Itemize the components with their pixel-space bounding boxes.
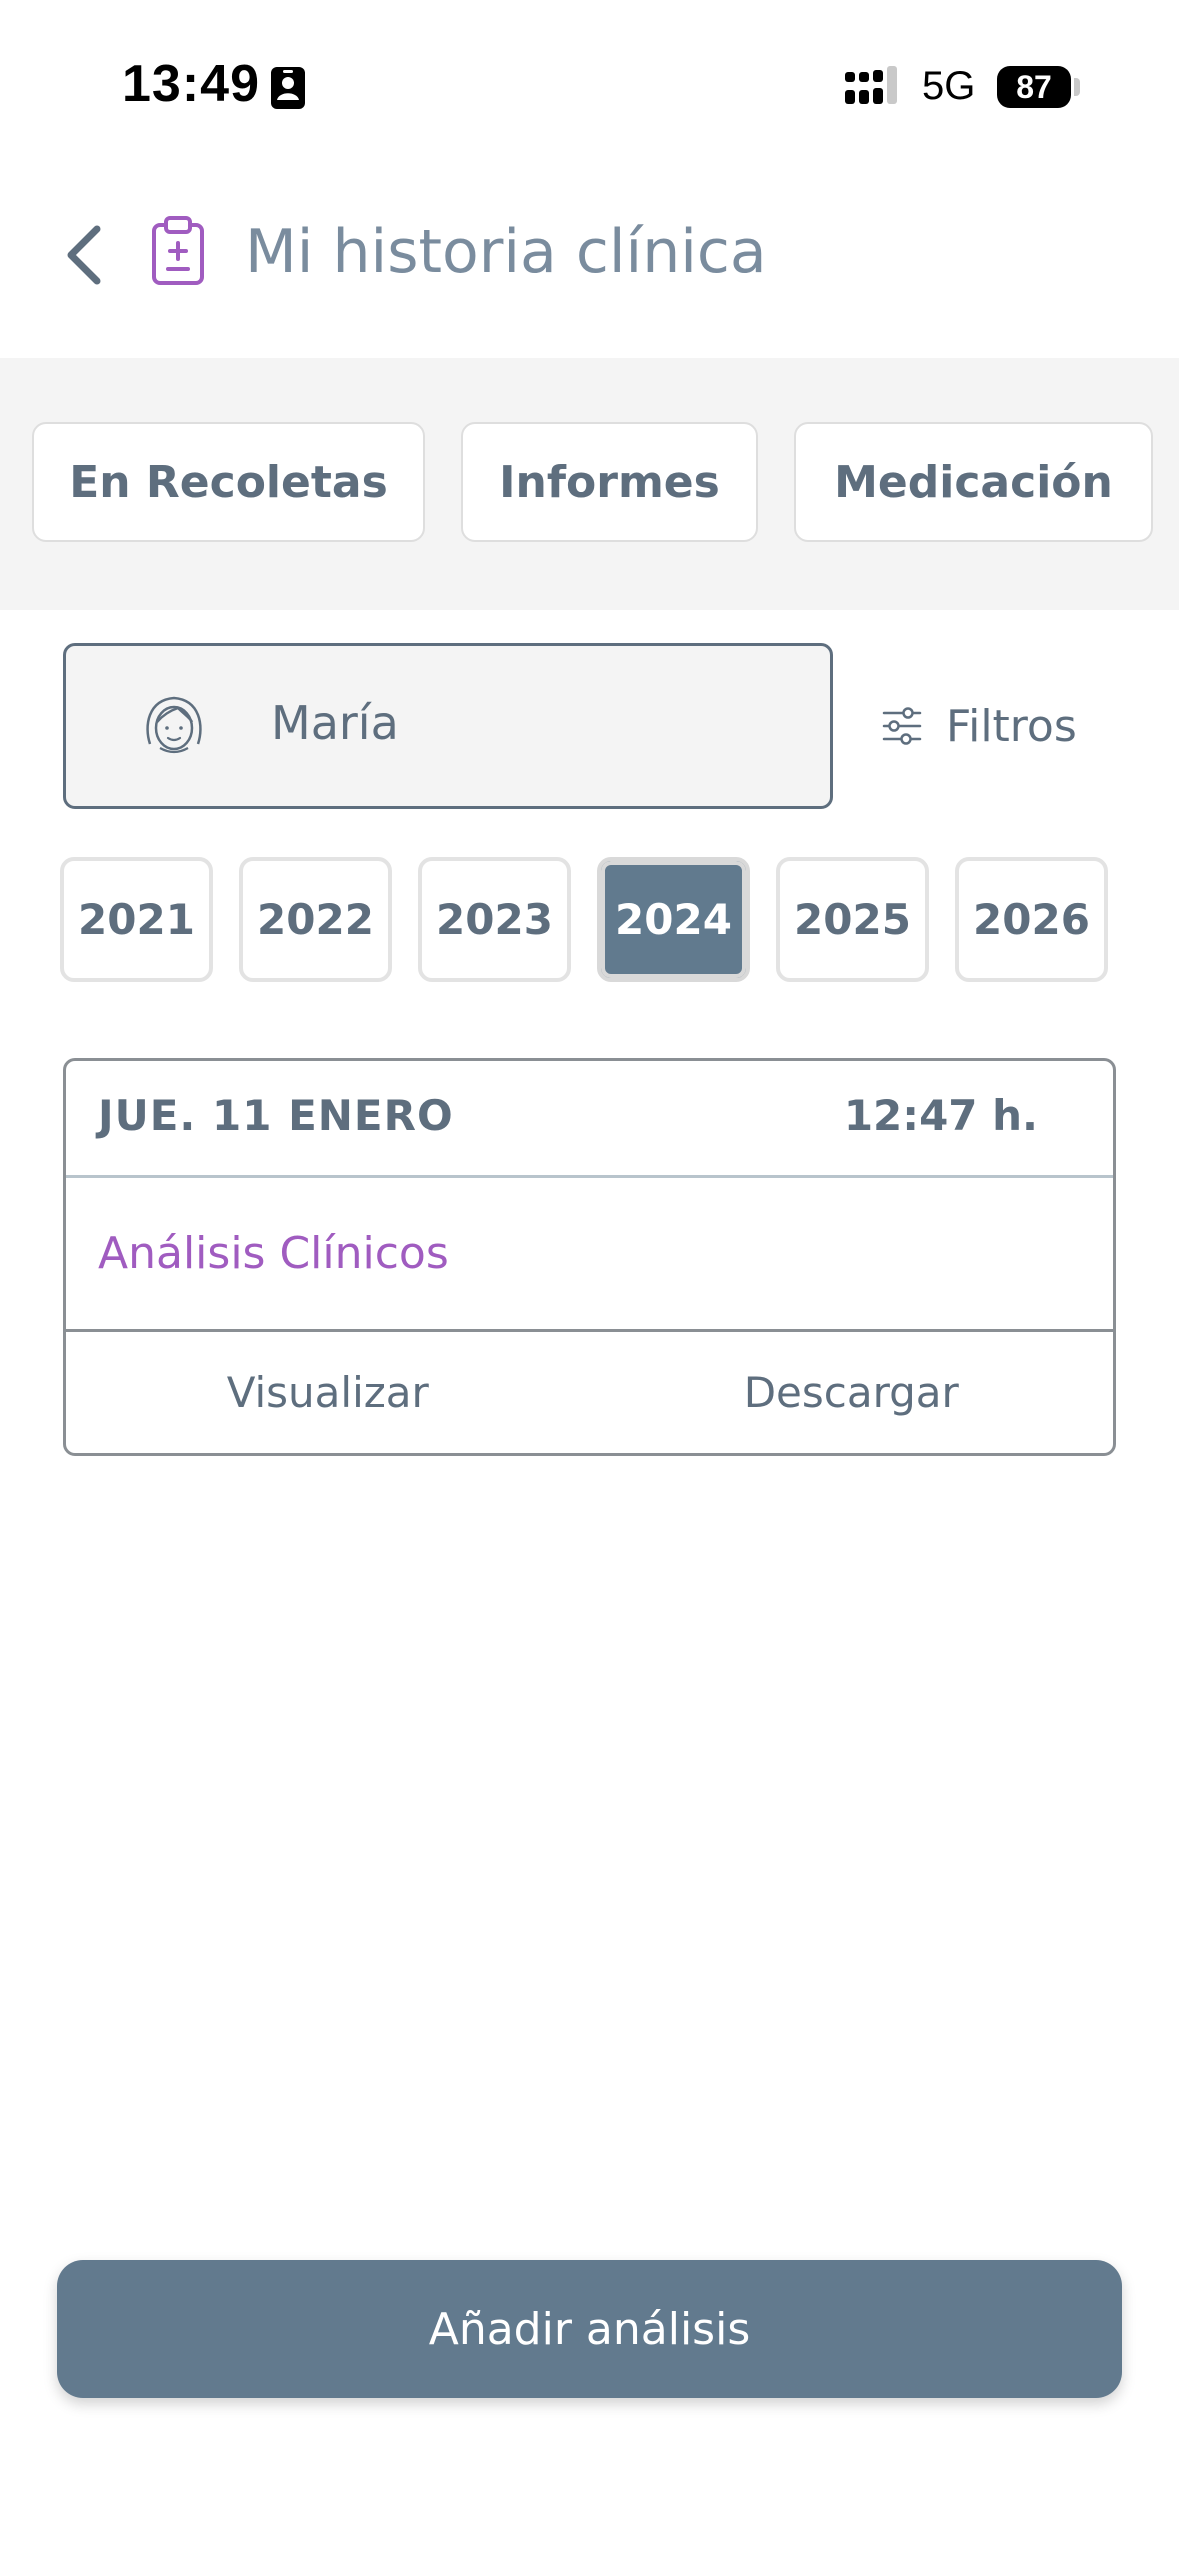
patient-name: María <box>271 696 399 750</box>
woman-avatar-icon <box>146 696 202 754</box>
tab-en-recoletas[interactable]: En Recoletas <box>32 422 425 542</box>
battery-level: 87 <box>997 66 1071 108</box>
year-chip-2025[interactable]: 2025 <box>776 857 929 982</box>
page-title: Mi historia clínica <box>245 217 767 287</box>
status-time: 13:49 <box>122 55 260 113</box>
back-button[interactable] <box>55 215 115 295</box>
sliders-icon <box>882 707 922 745</box>
add-analysis-button[interactable]: Añadir análisis <box>57 2260 1122 2398</box>
record-card: JUE. 11 ENERO 12:47 h. Análisis Clínicos… <box>63 1058 1116 1456</box>
tabs-bar: En Recoletas Informes Medicación <box>0 358 1179 610</box>
year-chip-2021[interactable]: 2021 <box>60 857 213 982</box>
filters-button[interactable]: Filtros <box>880 690 1077 762</box>
year-chip-2023[interactable]: 2023 <box>418 857 571 982</box>
record-card-body: Análisis Clínicos <box>66 1178 1113 1332</box>
signal-icon <box>845 66 897 104</box>
network-type: 5G <box>922 64 976 108</box>
record-card-header: JUE. 11 ENERO 12:47 h. <box>66 1061 1113 1178</box>
contact-card-icon <box>271 67 305 109</box>
year-chip-2026[interactable]: 2026 <box>955 857 1108 982</box>
download-button[interactable]: Descargar <box>590 1332 1114 1453</box>
header: Mi historia clínica <box>0 175 1179 358</box>
battery-icon: 87 <box>997 66 1080 108</box>
view-button[interactable]: Visualizar <box>66 1332 590 1453</box>
record-type-link[interactable]: Análisis Clínicos <box>98 1228 449 1279</box>
status-bar: 13:49 5G 87 <box>0 0 1179 175</box>
year-chip-2022[interactable]: 2022 <box>239 857 392 982</box>
year-chip-2024[interactable]: 2024 <box>597 857 750 982</box>
screen: 13:49 5G 87 Mi historia clínica En Recol… <box>0 0 1179 2556</box>
record-time: 12:47 h. <box>843 1091 1038 1140</box>
record-date: JUE. 11 ENERO <box>98 1091 454 1140</box>
tab-informes[interactable]: Informes <box>461 422 758 542</box>
record-actions: Visualizar Descargar <box>66 1332 1113 1453</box>
clipboard-medical-icon <box>152 216 204 285</box>
battery-tip <box>1074 78 1080 96</box>
tab-medicacion[interactable]: Medicación <box>794 422 1153 542</box>
filters-label: Filtros <box>946 700 1077 752</box>
patient-selector[interactable]: María <box>63 643 833 809</box>
